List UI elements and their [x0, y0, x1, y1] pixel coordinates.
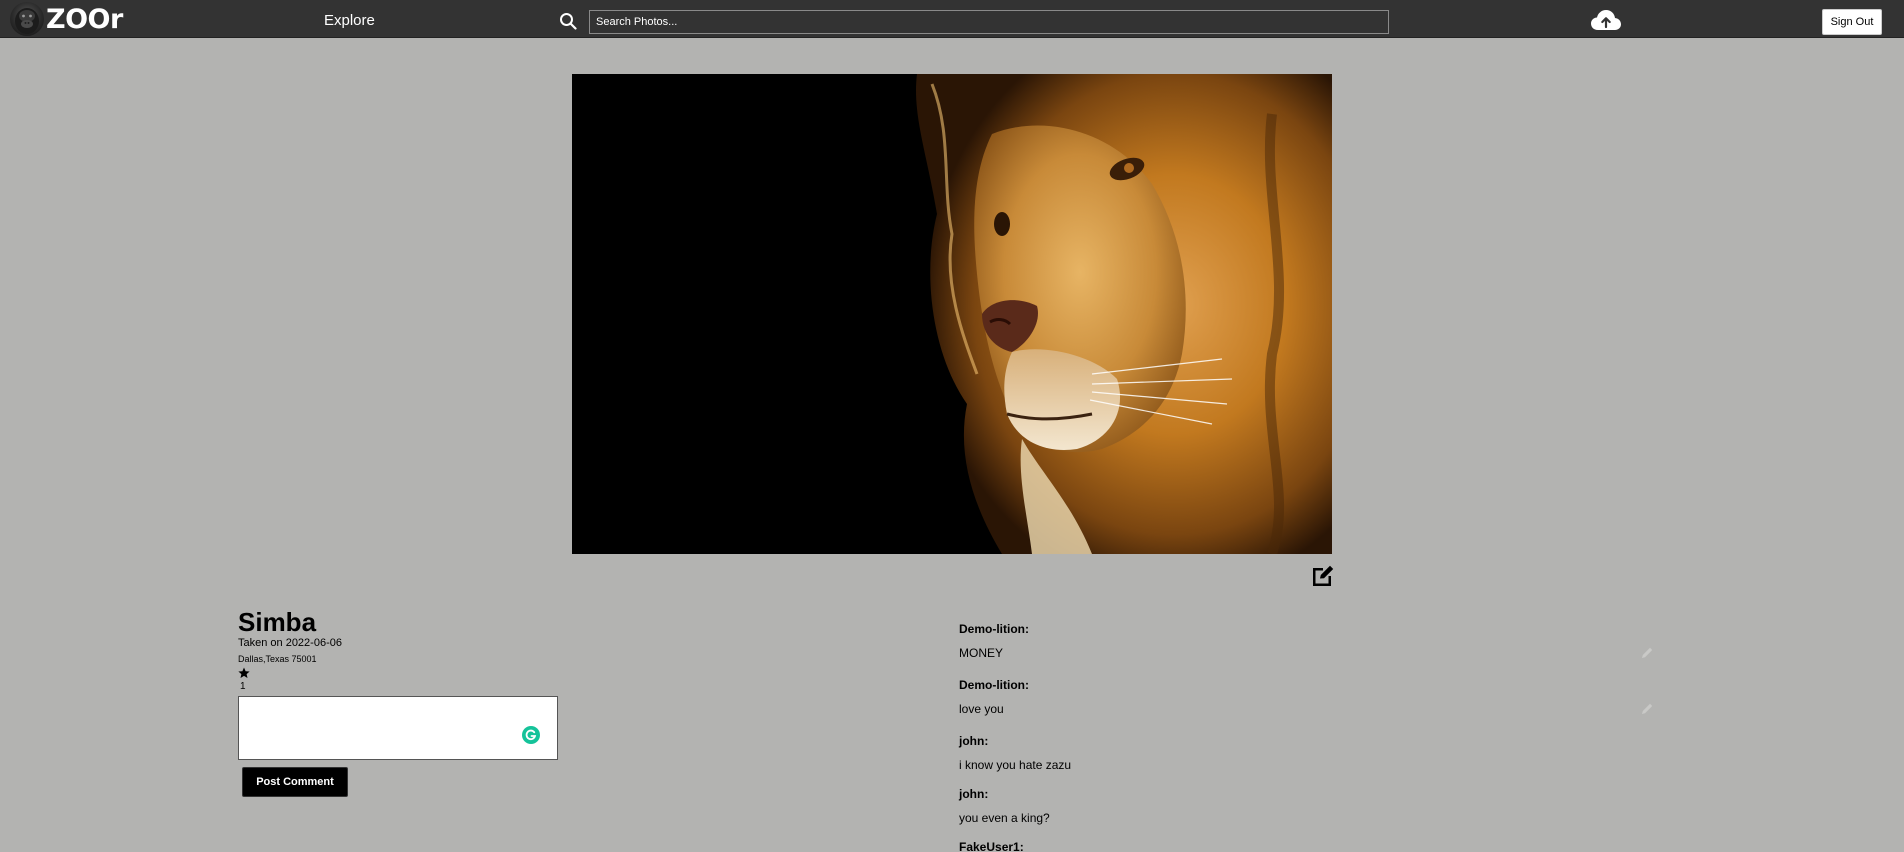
comment-text: i know you hate zazu — [959, 758, 1072, 772]
comment-text: you even a king? — [959, 811, 1050, 825]
comment-item: john: i know you hate zazu — [959, 734, 1659, 787]
edit-icon[interactable] — [1309, 562, 1335, 588]
photo-title: Simba — [238, 607, 317, 637]
star-icon[interactable] — [238, 667, 250, 679]
comment-author: john: — [959, 787, 989, 801]
lion-photo — [572, 74, 1332, 554]
comment-item: Demo-lition: MONEY — [959, 622, 1659, 678]
cloud-upload-icon[interactable] — [1590, 8, 1622, 34]
search-input[interactable] — [589, 10, 1389, 34]
photo-location: Dallas,Texas 75001 — [238, 654, 317, 664]
comment-text: love you — [959, 702, 1004, 716]
comment-item: Demo-lition: love you — [959, 678, 1659, 734]
pencil-icon[interactable] — [1640, 646, 1654, 660]
sign-out-button[interactable]: Sign Out — [1822, 9, 1882, 35]
comment-author: FakeUser1: — [959, 840, 1024, 852]
comment-author: Demo-lition: — [959, 622, 1029, 636]
comment-author: john: — [959, 734, 989, 748]
search-icon[interactable] — [559, 12, 577, 30]
grammarly-icon[interactable] — [522, 726, 540, 744]
pencil-icon[interactable] — [1640, 702, 1654, 716]
comments-list: Demo-lition: MONEY Demo-lition: love you… — [959, 622, 1659, 852]
taken-on-date: Taken on 2022-06-06 — [238, 637, 342, 649]
favorite-count: 1 — [240, 681, 246, 692]
post-comment-button[interactable]: Post Comment — [242, 767, 348, 797]
explore-link[interactable]: Explore — [324, 12, 375, 29]
comment-text: MONEY — [959, 646, 1004, 660]
top-navbar: ZOOr Explore Sign Out — [0, 0, 1904, 38]
comment-input[interactable] — [238, 696, 558, 760]
comment-item: FakeUser1: — [959, 840, 1659, 852]
comment-author: Demo-lition: — [959, 678, 1029, 692]
brand-name: ZOOr — [46, 3, 123, 35]
gorilla-logo-icon — [10, 2, 44, 36]
brand-logo-link[interactable]: ZOOr — [10, 2, 123, 36]
comment-item: john: you even a king? — [959, 787, 1659, 840]
